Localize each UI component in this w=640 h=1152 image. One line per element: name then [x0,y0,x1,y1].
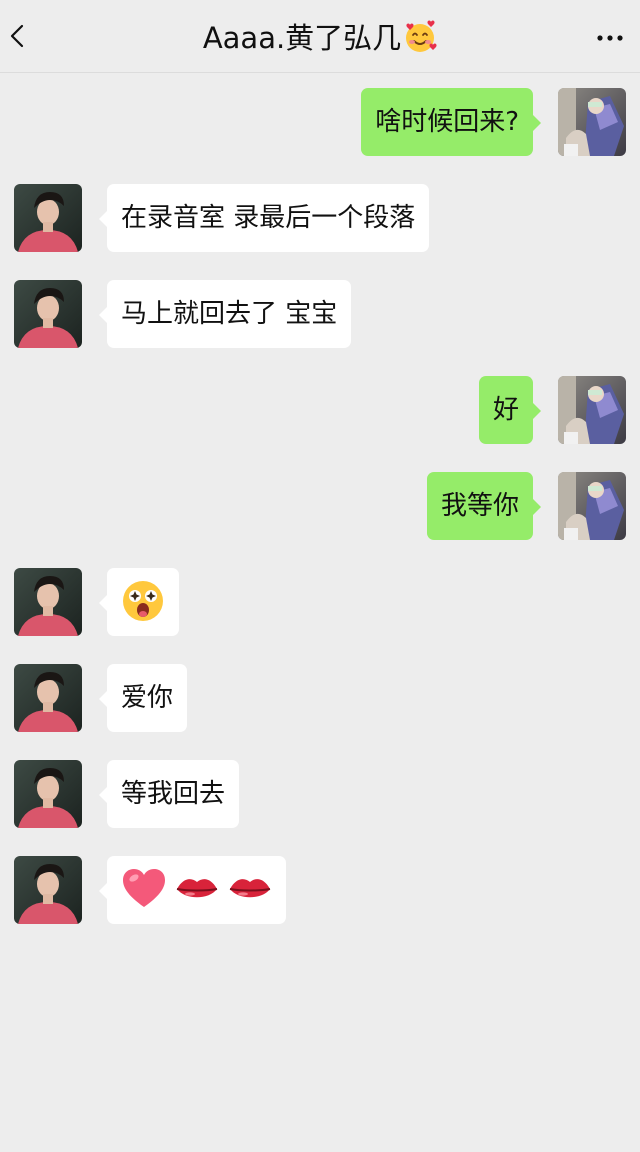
lips-icon [229,878,270,897]
message-bubble-sent[interactable]: 啥时候回来? [361,88,541,156]
contact-avatar[interactable] [14,568,82,636]
message-bubble-sent[interactable]: 好 [478,376,542,444]
message-bubble-sent[interactable]: 我等你 [426,472,542,540]
starstruck-face-icon [123,580,163,621]
chat-header: Aaaa.黄了弘几 [0,0,640,73]
message-bubble-received[interactable]: 在录音室 录最后一个段落 [98,184,430,252]
smiling-face-with-hearts-icon [403,20,437,54]
contact-avatar[interactable] [14,760,82,828]
message-row: 我等你 [0,472,640,540]
message-bubble-received[interactable] [99,856,286,924]
message-bubble-received[interactable]: 爱你 [98,664,188,732]
lips-icon [177,878,218,897]
my-avatar[interactable] [558,472,626,540]
message-row: 爱你 [0,664,640,732]
more-button[interactable] [592,24,628,52]
contact-avatar[interactable] [14,664,82,732]
message-bubble-received[interactable]: 马上就回去了 宝宝 [98,280,352,348]
contact-avatar[interactable] [14,184,82,252]
message-bubble-received[interactable] [99,568,179,636]
pink-heart-icon [123,868,165,907]
message-row: 等我回去 [0,760,640,828]
more-dots-icon [597,35,623,41]
message-row: 啥时候回来? [0,88,640,156]
message-row [0,856,640,924]
chat-title: Aaaa.黄了弘几 [0,18,640,58]
my-avatar[interactable] [558,376,626,444]
chevron-left-icon [10,24,24,48]
contact-avatar[interactable] [14,280,82,348]
message-row: 在录音室 录最后一个段落 [0,184,640,252]
contact-avatar[interactable] [14,856,82,924]
my-avatar[interactable] [558,88,626,156]
chat-title-text: Aaaa.黄了弘几 [202,21,402,55]
message-row: 马上就回去了 宝宝 [0,280,640,348]
message-bubble-received[interactable]: 等我回去 [98,760,240,828]
back-button[interactable] [4,14,32,58]
message-row [0,568,640,636]
message-row: 好 [0,376,640,444]
